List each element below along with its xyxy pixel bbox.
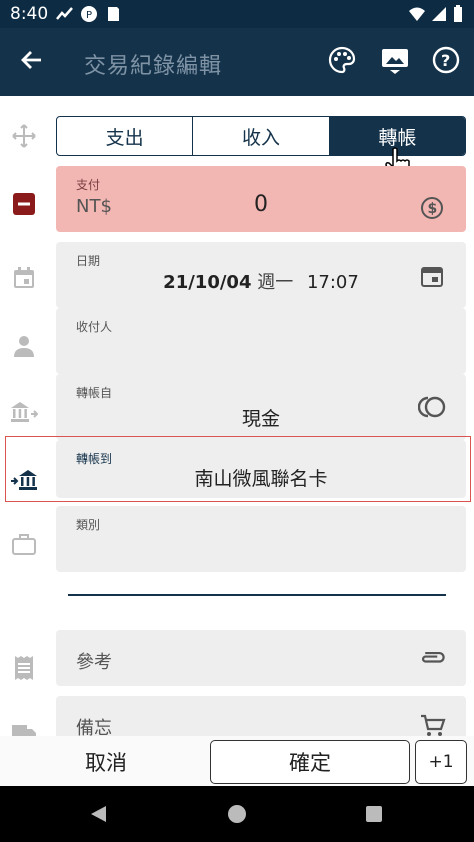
person-icon — [8, 330, 40, 362]
back-button[interactable] — [12, 42, 52, 82]
cart-icon[interactable] — [420, 714, 446, 736]
system-nav-bar — [0, 786, 474, 842]
tab-income[interactable]: 收入 — [193, 117, 330, 155]
bottom-action-bar: 取消 確定 +1 — [0, 736, 474, 786]
category-label: 類別 — [76, 518, 101, 532]
nav-recents-icon[interactable] — [364, 804, 384, 828]
payee-label: 收付人 — [76, 320, 113, 334]
help-icon: ? — [432, 46, 460, 78]
arrow-left-icon — [19, 47, 45, 77]
dollar-coin-icon[interactable]: $ — [420, 196, 444, 224]
cancel-button[interactable]: 取消 — [60, 740, 152, 784]
memo-placeholder: 備忘 — [76, 718, 112, 736]
date-label: 日期 — [76, 254, 101, 268]
nav-home-icon[interactable] — [227, 804, 247, 828]
transfer-from-value: 現金 — [241, 408, 280, 430]
nav-back-icon[interactable] — [88, 804, 108, 828]
app-notification-icon: P — [80, 5, 98, 23]
payment-field[interactable]: 支付 NT$ 0 $ — [56, 166, 466, 232]
weekday-value: 週一 — [257, 272, 294, 293]
calendar-picker-icon[interactable] — [420, 264, 444, 292]
tab-expense[interactable]: 支出 — [57, 117, 194, 155]
confirm-button[interactable]: 確定 — [210, 740, 410, 784]
memo-field[interactable]: 備忘 — [56, 696, 466, 736]
time-value[interactable]: 17:07 — [307, 272, 359, 293]
svg-text:P: P — [86, 10, 92, 21]
truck-icon — [8, 714, 40, 736]
transfer-type-icon — [8, 120, 40, 152]
section-divider — [68, 594, 446, 596]
calendar-icon — [8, 262, 40, 294]
svg-text:$: $ — [428, 201, 438, 217]
wifi-icon — [408, 5, 426, 23]
sd-card-icon — [104, 5, 122, 23]
payment-label: 支付 — [76, 178, 101, 192]
bank-out-icon — [8, 396, 40, 428]
receipt-icon — [8, 652, 40, 684]
app-bar: 交易紀錄編輯 ? — [0, 28, 474, 96]
paperclip-icon[interactable] — [420, 646, 446, 674]
palette-icon — [328, 46, 356, 78]
amount-value: 0 — [254, 192, 268, 217]
status-time: 8:40 — [10, 4, 49, 24]
date-field[interactable]: 日期 21/10/04 週一 17:07 — [56, 242, 466, 308]
theme-button[interactable] — [322, 42, 362, 82]
reference-field[interactable]: 參考 — [56, 630, 466, 686]
image-button[interactable] — [375, 42, 415, 82]
date-value[interactable]: 21/10/04 — [163, 272, 251, 293]
page-title: 交易紀錄編輯 — [84, 54, 223, 79]
briefcase-icon — [8, 528, 40, 560]
form-content: 支出 收入 轉帳 支付 NT$ 0 $ 日期 21/10/04 週一 17:07 — [0, 96, 474, 736]
minus-icon — [8, 188, 40, 220]
selection-highlight — [5, 436, 471, 502]
toggle-account-icon[interactable] — [417, 395, 446, 423]
payee-field[interactable]: 收付人 — [56, 308, 466, 374]
help-button[interactable]: ? — [426, 42, 466, 82]
category-field[interactable]: 類別 — [56, 506, 466, 572]
image-icon — [380, 45, 410, 79]
transfer-from-label: 轉帳自 — [76, 386, 113, 400]
reference-placeholder: 參考 — [76, 652, 112, 673]
plus-one-button[interactable]: +1 — [415, 740, 467, 784]
signal-app-icon — [56, 5, 74, 23]
status-bar: 8:40 P — [0, 0, 474, 28]
signal-icon — [430, 5, 448, 23]
svg-text:?: ? — [441, 51, 450, 70]
transfer-from-field[interactable]: 轉帳自 現金 — [56, 374, 466, 440]
battery-icon — [452, 5, 470, 23]
